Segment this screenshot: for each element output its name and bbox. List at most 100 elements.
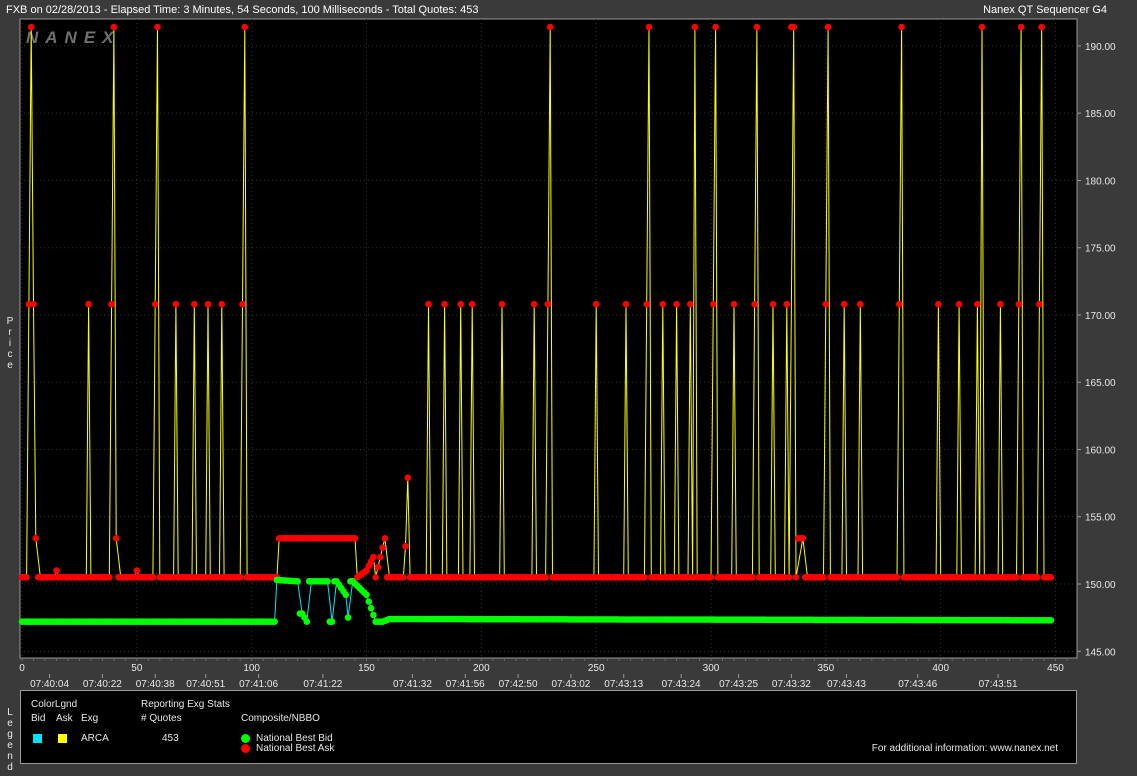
time-tick-label: 07:41:06: [239, 679, 278, 690]
ask-point: [204, 300, 212, 308]
price-chart: NANEX 145.00 150.00 155.00 160.00 165.00 170.…: [18, 18, 1116, 690]
x-tick-label: 450: [1047, 663, 1064, 674]
time-tick-label: 07:41:22: [303, 679, 342, 690]
ask-point: [978, 23, 986, 31]
ask-point: [404, 474, 412, 482]
time-tick-label: 07:40:51: [186, 679, 225, 690]
ask-point: [32, 535, 40, 542]
ask-point: [641, 574, 648, 581]
ask-point: [468, 300, 476, 308]
ask-point: [542, 574, 549, 581]
ask-point: [239, 300, 246, 308]
time-tick-label: 07:43:32: [772, 679, 811, 690]
ask-point: [498, 300, 506, 308]
y-tick-label: 160.00: [1085, 445, 1116, 456]
ask-point: [691, 23, 699, 31]
ask-point: [377, 553, 384, 561]
y-tick-label: 145.00: [1085, 647, 1116, 658]
bid-point: [294, 578, 301, 585]
ask-point: [974, 300, 981, 308]
ask-point: [372, 574, 380, 581]
ask-point: [85, 300, 92, 308]
time-tick-label: 07:41:56: [446, 679, 485, 690]
ask-point: [236, 574, 244, 581]
y-tick-label: 165.00: [1085, 378, 1116, 389]
ask-point: [935, 300, 942, 308]
best-bid-marker: [241, 734, 250, 743]
ask-point: [955, 300, 963, 308]
stats-title: Reporting Exg Stats: [141, 699, 230, 710]
ask-point: [592, 300, 600, 308]
ask-point: [710, 300, 717, 308]
ask-point: [351, 535, 359, 542]
footer-info-link-text: For additional information: www.nanex.ne…: [871, 743, 1058, 754]
exchange-header: Exg: [81, 713, 99, 724]
ask-header: Ask: [56, 713, 73, 724]
ask-point: [769, 300, 777, 308]
time-tick-label: 07:40:04: [30, 679, 69, 690]
ask-point: [149, 574, 157, 581]
ask-point: [790, 23, 797, 31]
ask-point: [753, 23, 761, 31]
y-axis: 145.00 150.00 155.00 160.00 165.00 170.00 175.…: [1077, 42, 1116, 658]
ask-point: [381, 535, 389, 542]
x-axis: 0 50 100 150 200 250 300 350 400 450: [19, 658, 1068, 674]
ask-point: [1013, 574, 1020, 581]
ask-point: [896, 300, 903, 308]
color-legend-title: ColorLgnd: [31, 699, 78, 710]
ask-point: [172, 300, 180, 308]
ask-point: [30, 300, 37, 308]
ask-point: [374, 563, 382, 571]
ask-point: [218, 300, 226, 308]
y-tick-label: 190.00: [1085, 42, 1116, 53]
ask-point: [544, 300, 552, 308]
ask-point: [112, 535, 120, 542]
y-tick-label: 150.00: [1085, 580, 1116, 591]
bid-color-swatch: [33, 734, 42, 743]
x-tick-label: 350: [818, 663, 835, 674]
x-tick-label: 50: [131, 663, 143, 674]
ask-point: [673, 300, 680, 308]
ask-point: [1017, 23, 1025, 31]
bid-point: [344, 614, 352, 621]
quotes-header: # Quotes: [141, 713, 182, 724]
bid-point: [328, 618, 336, 625]
x-tick-label: 400: [932, 663, 949, 674]
ask-point: [402, 543, 409, 550]
ask-point: [792, 574, 800, 581]
ask-point: [840, 300, 848, 308]
ask-point: [893, 574, 901, 581]
ask-point: [1036, 300, 1043, 308]
time-tick-label: 07:43:02: [551, 679, 590, 690]
ask-point: [643, 300, 650, 308]
ask-point: [730, 300, 738, 308]
ask-point: [707, 574, 715, 581]
ask-point: [370, 553, 377, 561]
bid-header: Bid: [31, 713, 46, 724]
x-tick-label: 100: [243, 663, 260, 674]
time-axis: 07:40:04 07:40:22 07:40:38 07:40:51 07:41:06…: [30, 674, 1018, 690]
ask-point: [751, 300, 758, 308]
time-tick-label: 07:41:32: [393, 679, 432, 690]
ask-point: [822, 300, 830, 308]
ask-point: [799, 535, 807, 542]
bid-point: [1047, 617, 1055, 624]
legend-side-label: L e g e n d: [7, 707, 13, 773]
y-tick-label: 175.00: [1085, 244, 1116, 255]
ask-point: [110, 23, 118, 31]
time-tick-label: 07:43:24: [662, 679, 701, 690]
ask-point: [530, 300, 538, 308]
x-tick-label: 250: [588, 663, 605, 674]
ask-point: [820, 574, 827, 581]
ask-point: [154, 23, 161, 31]
ask-color-swatch: [58, 734, 67, 743]
y-tick-label: 155.00: [1085, 513, 1116, 524]
bid-point: [303, 618, 311, 625]
ask-point: [379, 544, 386, 551]
x-tick-label: 0: [19, 663, 25, 674]
ask-point: [645, 23, 653, 31]
time-tick-label: 07:43:25: [719, 679, 758, 690]
y-tick-label: 180.00: [1085, 176, 1116, 187]
bid-point: [324, 578, 331, 585]
ask-point: [106, 574, 113, 581]
